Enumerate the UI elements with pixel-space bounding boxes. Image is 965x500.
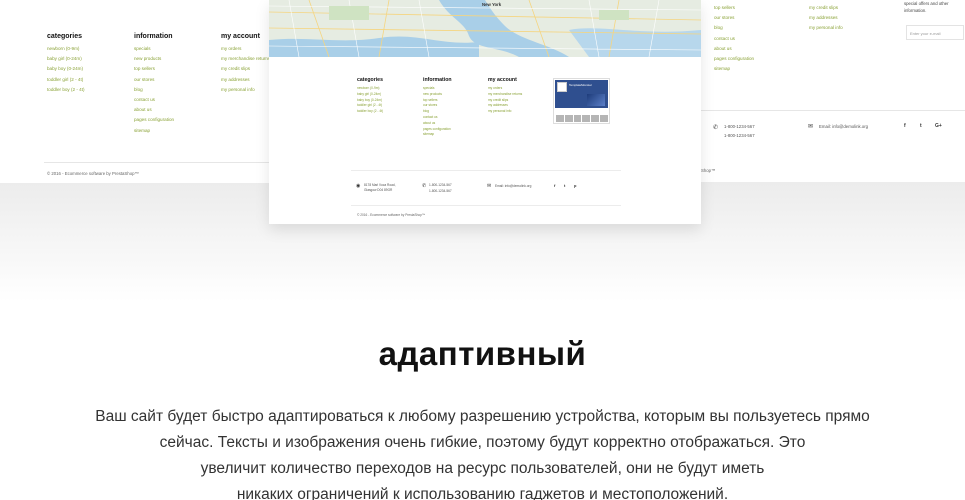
section-headline: адаптивный bbox=[378, 335, 587, 372]
footer-link[interactable]: my personal info bbox=[488, 109, 522, 115]
mail-icon: ✉ bbox=[487, 183, 492, 189]
facebook-icon[interactable]: f bbox=[554, 183, 555, 188]
left-preview-screen: categories newborn (0-9m) baby girl (0-2… bbox=[0, 0, 270, 183]
left-account-column: my account my orders my merchandise retu… bbox=[221, 33, 270, 95]
footer-link[interactable]: baby girl (0-24m) bbox=[47, 54, 85, 64]
footer-link[interactable]: toddler boy (2 - 4t) bbox=[47, 85, 85, 95]
section-description: Ваш сайт будет быстро адаптироваться к л… bbox=[60, 404, 905, 500]
facebook-cover-graphic bbox=[587, 94, 605, 106]
footer-link[interactable]: top sellers bbox=[134, 64, 174, 74]
footer-link[interactable]: my credit slips bbox=[809, 3, 843, 13]
footer-link[interactable]: pages configuration bbox=[134, 115, 174, 125]
copyright-fragment: Shop™ bbox=[701, 168, 716, 173]
facebook-avatar bbox=[557, 82, 567, 92]
divider bbox=[44, 162, 270, 163]
copyright: © 2016 - Ecommerce software by PrestaSho… bbox=[47, 171, 139, 176]
facebook-page-name: TemplateMonster bbox=[569, 83, 593, 87]
footer-link[interactable]: our stores bbox=[714, 13, 754, 23]
phone-number: 1-800-1234-567 bbox=[429, 189, 452, 193]
footer-link[interactable]: newborn (0-9m) bbox=[357, 86, 383, 92]
footer-link[interactable]: toddler girl (2 - 4t) bbox=[47, 75, 85, 85]
location-icon: ◉ bbox=[356, 183, 361, 189]
footer-link[interactable]: toddler boy (2 - 4t) bbox=[357, 109, 383, 115]
map[interactable]: New York bbox=[269, 0, 701, 57]
footer-link[interactable]: my addresses bbox=[221, 75, 270, 85]
column-title: information bbox=[423, 77, 452, 83]
map-city-label: New York bbox=[482, 2, 502, 7]
divider bbox=[700, 110, 965, 111]
newsletter-text: special offers and other information. bbox=[904, 1, 949, 13]
twitter-icon[interactable]: t bbox=[564, 183, 565, 188]
column-title: information bbox=[134, 33, 173, 40]
footer-link[interactable]: my addresses bbox=[809, 13, 843, 23]
facebook-icon[interactable]: f bbox=[904, 123, 906, 129]
column-title: categories bbox=[47, 33, 83, 40]
right-preview-screen: top sellers our stores blog contact us a… bbox=[700, 0, 965, 181]
right-links-column-b: my credit slips my addresses my personal… bbox=[809, 3, 843, 34]
twitter-icon[interactable]: t bbox=[920, 123, 922, 129]
footer-link[interactable]: my personal info bbox=[809, 23, 843, 33]
description-line: Ваш сайт будет быстро адаптироваться к л… bbox=[95, 408, 870, 425]
pinterest-icon[interactable]: p bbox=[574, 183, 576, 188]
footer-link[interactable]: my merchandise returns bbox=[488, 92, 522, 98]
footer-link[interactable]: my merchandise returns bbox=[221, 54, 270, 64]
footer-link[interactable]: about us bbox=[714, 44, 754, 54]
phone-icon: ✆ bbox=[713, 125, 719, 131]
email-address: Email: info@demolink.org bbox=[819, 124, 869, 129]
newsletter-input[interactable]: Enter your e-mail bbox=[906, 25, 964, 40]
facebook-friends bbox=[556, 115, 608, 122]
description-line: увеличит количество переходов на ресурс … bbox=[200, 460, 765, 477]
facebook-cover: TemplateMonster bbox=[555, 80, 608, 108]
left-categories-column: categories newborn (0-9m) baby girl (0-2… bbox=[47, 33, 85, 95]
store-address: 8178 Marl Voca Road, Glasgow D04 89GR bbox=[364, 183, 396, 192]
footer-link[interactable]: sitemap bbox=[423, 132, 452, 138]
footer-link[interactable]: top sellers bbox=[714, 3, 754, 13]
footer-link[interactable]: new products bbox=[134, 54, 174, 64]
footer-link[interactable]: contact us bbox=[714, 34, 754, 44]
center-preview-screen: New York categories newborn (0-9m) baby … bbox=[269, 0, 701, 224]
phone-number: 1-800-1234-567 bbox=[429, 183, 452, 187]
google-plus-icon[interactable]: G+ bbox=[935, 123, 942, 129]
phone-number: 1-800-1234-567 bbox=[724, 124, 755, 129]
phone-icon: ✆ bbox=[422, 183, 427, 189]
left-information-column: information specials new products top se… bbox=[134, 33, 174, 136]
footer-link[interactable]: baby boy (0-24m) bbox=[47, 64, 85, 74]
right-links-column-a: top sellers our stores blog contact us a… bbox=[714, 3, 754, 74]
footer-link[interactable]: pages configuration bbox=[714, 54, 754, 64]
mail-icon: ✉ bbox=[808, 124, 814, 130]
column-title: my account bbox=[488, 77, 517, 83]
divider bbox=[351, 205, 621, 206]
copyright: © 2016 - Ecommerce software by PrestaSho… bbox=[357, 213, 426, 217]
footer-link[interactable]: our stores bbox=[134, 75, 174, 85]
facebook-widget[interactable]: TemplateMonster bbox=[553, 78, 610, 124]
footer-link[interactable]: my personal info bbox=[221, 85, 270, 95]
column-title: my account bbox=[221, 33, 260, 40]
column-title: categories bbox=[357, 77, 383, 83]
front-information-column: information specials new products top se… bbox=[423, 77, 452, 138]
footer-link[interactable]: baby girl (0-24m) bbox=[357, 92, 383, 98]
footer-link[interactable]: about us bbox=[134, 105, 174, 115]
footer-link[interactable]: sitemap bbox=[134, 126, 174, 136]
footer-link[interactable]: newborn (0-9m) bbox=[47, 44, 85, 54]
footer-link[interactable]: sitemap bbox=[714, 64, 754, 74]
description-line: сейчас. Тексты и изображения очень гибки… bbox=[159, 434, 806, 451]
front-account-column: my account my orders my merchandise retu… bbox=[488, 77, 522, 115]
phone-number: 1-800-1234-567 bbox=[724, 133, 755, 138]
footer-link[interactable]: my credit slips bbox=[221, 64, 270, 74]
footer-link[interactable]: specials bbox=[134, 44, 174, 54]
description-line: никаких ограничений к использованию гадж… bbox=[236, 486, 729, 500]
footer-link[interactable]: blog bbox=[134, 85, 174, 95]
footer-link[interactable]: my orders bbox=[221, 44, 270, 54]
footer-link[interactable]: contact us bbox=[134, 95, 174, 105]
map-drawing bbox=[269, 0, 701, 57]
footer-link[interactable]: blog bbox=[714, 23, 754, 33]
email-address: Email: info@demolink.org bbox=[495, 184, 532, 188]
divider bbox=[351, 170, 621, 171]
front-categories-column: categories newborn (0-9m) baby girl (0-2… bbox=[357, 77, 383, 115]
